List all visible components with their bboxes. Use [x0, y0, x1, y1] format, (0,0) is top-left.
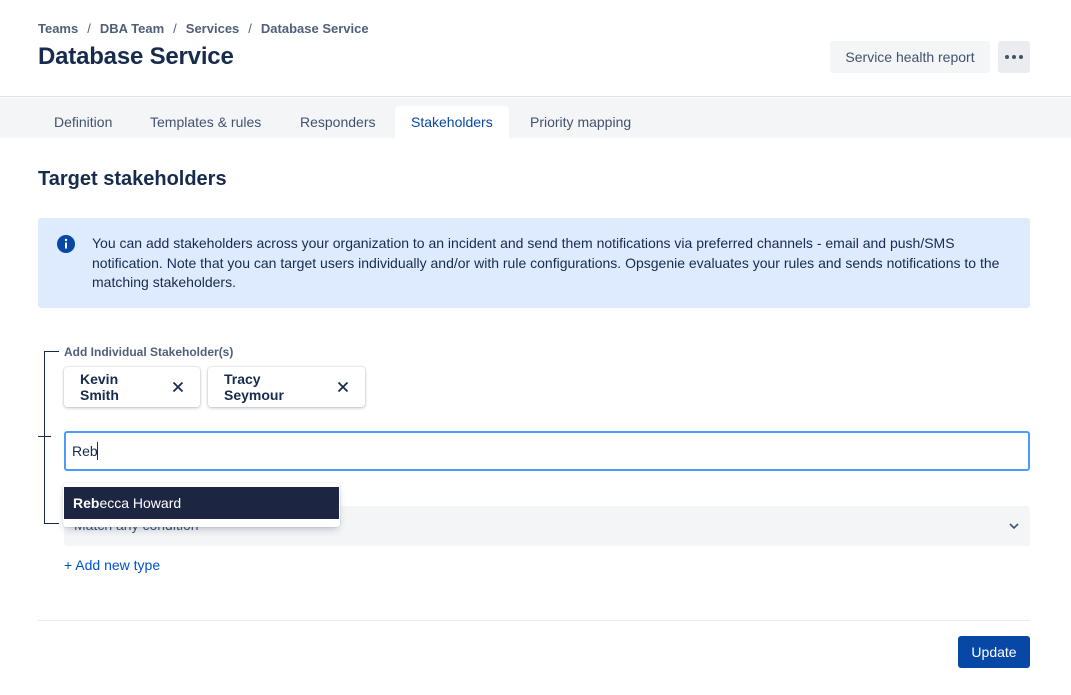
breadcrumb-separator: / — [173, 21, 177, 36]
breadcrumb-database-service[interactable]: Database Service — [261, 21, 369, 36]
stakeholder-chip: Kevin Smith — [64, 367, 200, 407]
suggestion-option[interactable]: Reb ecca Howard — [64, 487, 339, 519]
text-caret — [97, 442, 98, 460]
group-bracket-bottom — [44, 523, 59, 524]
info-banner: You can add stakeholders across your org… — [38, 218, 1030, 308]
tab-templates-rules[interactable]: Templates & rules — [134, 106, 277, 138]
breadcrumb-separator: / — [248, 21, 252, 36]
stakeholder-chip-label: Tracy Seymour — [224, 371, 284, 403]
service-health-report-button[interactable]: Service health report — [830, 41, 990, 73]
suggestion-dropdown: Reb ecca Howard — [63, 483, 340, 527]
add-new-type-link[interactable]: + Add new type — [64, 557, 160, 573]
breadcrumb-services[interactable]: Services — [186, 21, 240, 36]
tab-priority-mapping[interactable]: Priority mapping — [514, 106, 647, 138]
stakeholder-search-input[interactable] — [64, 431, 1030, 471]
group-bracket-top — [44, 351, 59, 352]
suggestion-match: Reb — [73, 495, 100, 511]
tab-stakeholders[interactable]: Stakeholders — [395, 106, 509, 138]
page-header: Teams / DBA Team / Services / Database S… — [0, 0, 1071, 97]
chevron-down-icon — [1009, 523, 1019, 530]
more-horizontal-icon — [1004, 55, 1025, 59]
section-title: Target stakeholders — [38, 168, 227, 190]
suggestion-rest: ecca Howard — [99, 495, 182, 511]
tab-bar: Definition Templates & rules Responders … — [0, 98, 1071, 138]
tab-definition[interactable]: Definition — [38, 106, 128, 138]
breadcrumb-dba-team[interactable]: DBA Team — [100, 21, 164, 36]
stakeholders-label: Add Individual Stakeholder(s) — [64, 345, 234, 359]
more-actions-button[interactable] — [998, 41, 1030, 73]
stakeholder-chip: Tracy Seymour — [208, 367, 365, 407]
info-icon — [57, 235, 75, 253]
group-bracket — [44, 351, 45, 524]
update-button[interactable]: Update — [958, 636, 1030, 668]
breadcrumb-teams[interactable]: Teams — [38, 21, 78, 36]
breadcrumb: Teams / DBA Team / Services / Database S… — [38, 21, 369, 36]
page-title: Database Service — [38, 43, 234, 70]
remove-chip-icon[interactable] — [171, 379, 186, 395]
stakeholder-chip-label: Kevin Smith — [80, 371, 119, 403]
footer-divider — [38, 620, 1030, 621]
info-text: You can add stakeholders across your org… — [92, 235, 1000, 290]
breadcrumb-separator: / — [87, 21, 91, 36]
remove-chip-icon[interactable] — [335, 379, 351, 395]
group-bracket-marker — [38, 436, 51, 437]
tab-responders[interactable]: Responders — [284, 106, 392, 138]
